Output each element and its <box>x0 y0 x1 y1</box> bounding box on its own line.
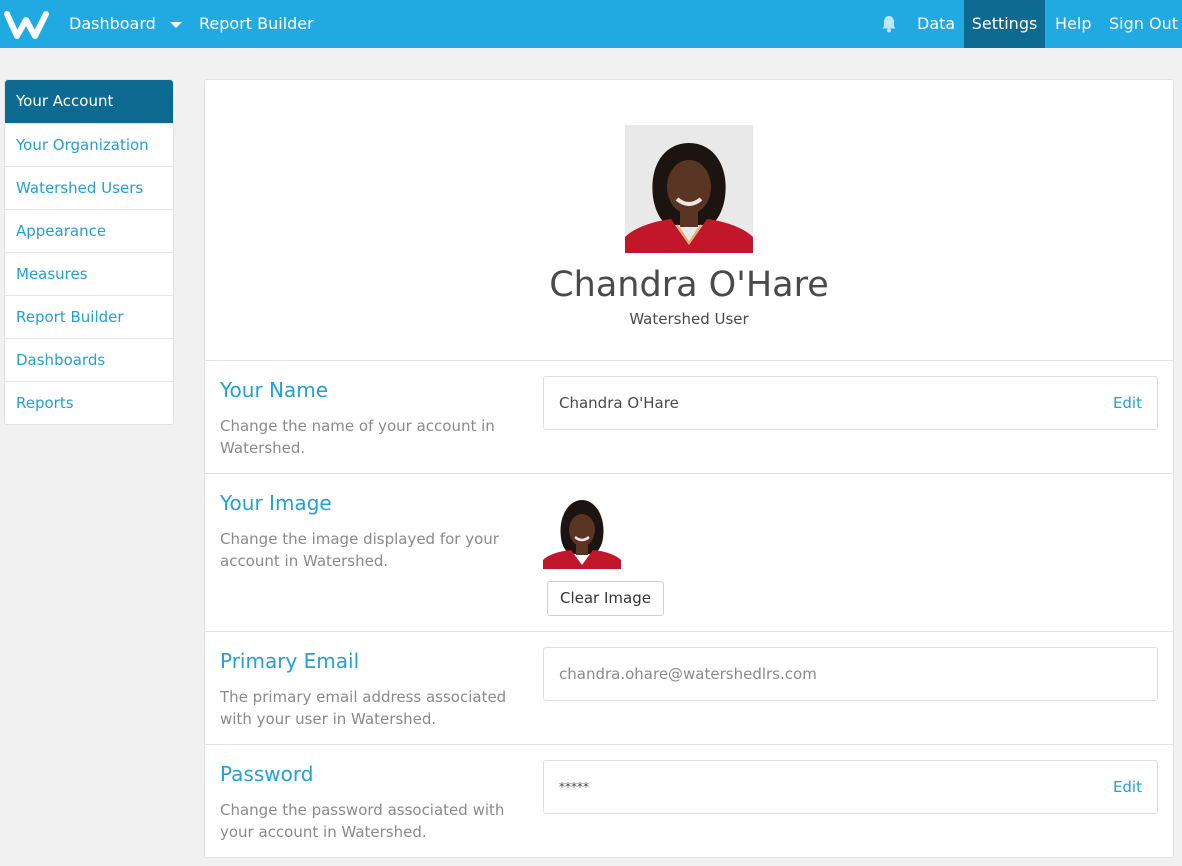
account-image-thumbnail <box>543 494 621 569</box>
profile-name: Chandra O'Hare <box>549 265 829 305</box>
password-section-description: Change the password associated with your… <box>220 801 505 841</box>
edit-password-link[interactable]: Edit <box>1113 761 1142 813</box>
name-section-description: Change the name of your account in Water… <box>220 417 495 457</box>
nav-sign-out[interactable]: Sign Out <box>1109 0 1178 48</box>
email-value: chandra.ohare@watershedlrs.com <box>559 665 817 683</box>
password-section-title: Password <box>220 762 314 786</box>
profile-photo-icon <box>625 125 753 253</box>
sidebar-item-dashboards[interactable]: Dashboards <box>5 338 173 381</box>
sidebar-item-reports[interactable]: Reports <box>5 381 173 424</box>
clear-image-button[interactable]: Clear Image <box>547 581 664 616</box>
profile-avatar <box>625 125 753 253</box>
nav-help[interactable]: Help <box>1055 0 1091 48</box>
image-section: Your Image Change the image displayed fo… <box>205 473 1173 631</box>
image-section-title: Your Image <box>220 491 332 515</box>
nav-settings[interactable]: Settings <box>964 0 1045 48</box>
sidebar-item-your-account[interactable]: Your Account <box>5 80 173 123</box>
sidebar-item-report-builder[interactable]: Report Builder <box>5 295 173 338</box>
email-section-description: The primary email address associated wit… <box>220 688 507 728</box>
password-field: ***** Edit <box>543 760 1158 814</box>
name-section-title: Your Name <box>220 378 329 402</box>
profile-header: Chandra O'Hare Watershed User <box>205 80 1173 361</box>
email-field[interactable]: chandra.ohare@watershedlrs.com <box>543 647 1158 701</box>
sidebar-item-appearance[interactable]: Appearance <box>5 209 173 252</box>
top-nav-bar: Dashboard Report Builder Data Settings H… <box>0 0 1182 48</box>
nav-report-builder[interactable]: Report Builder <box>199 0 314 48</box>
bell-icon[interactable] <box>881 15 897 33</box>
sidebar-item-your-organization[interactable]: Your Organization <box>5 123 173 166</box>
name-field: Chandra O'Hare Edit <box>543 376 1158 430</box>
sidebar-item-measures[interactable]: Measures <box>5 252 173 295</box>
chevron-down-icon[interactable] <box>170 22 182 28</box>
account-panel: Chandra O'Hare Watershed User Your Name … <box>204 79 1174 858</box>
sidebar-item-watershed-users[interactable]: Watershed Users <box>5 166 173 209</box>
image-section-description: Change the image displayed for your acco… <box>220 530 499 570</box>
watershed-logo-icon[interactable] <box>4 8 50 40</box>
nav-dashboard[interactable]: Dashboard <box>69 0 156 48</box>
profile-photo-icon <box>543 494 621 569</box>
name-section: Your Name Change the name of your accoun… <box>205 360 1173 473</box>
profile-role: Watershed User <box>629 310 749 328</box>
edit-name-link[interactable]: Edit <box>1113 377 1142 429</box>
settings-sidebar: Your Account Your Organization Watershed… <box>4 79 174 425</box>
password-section: Password Change the password associated … <box>205 744 1173 858</box>
password-value: ***** <box>559 780 589 794</box>
nav-data[interactable]: Data <box>917 0 955 48</box>
name-value: Chandra O'Hare <box>559 394 679 412</box>
email-section-title: Primary Email <box>220 649 360 673</box>
email-section: Primary Email The primary email address … <box>205 631 1173 744</box>
